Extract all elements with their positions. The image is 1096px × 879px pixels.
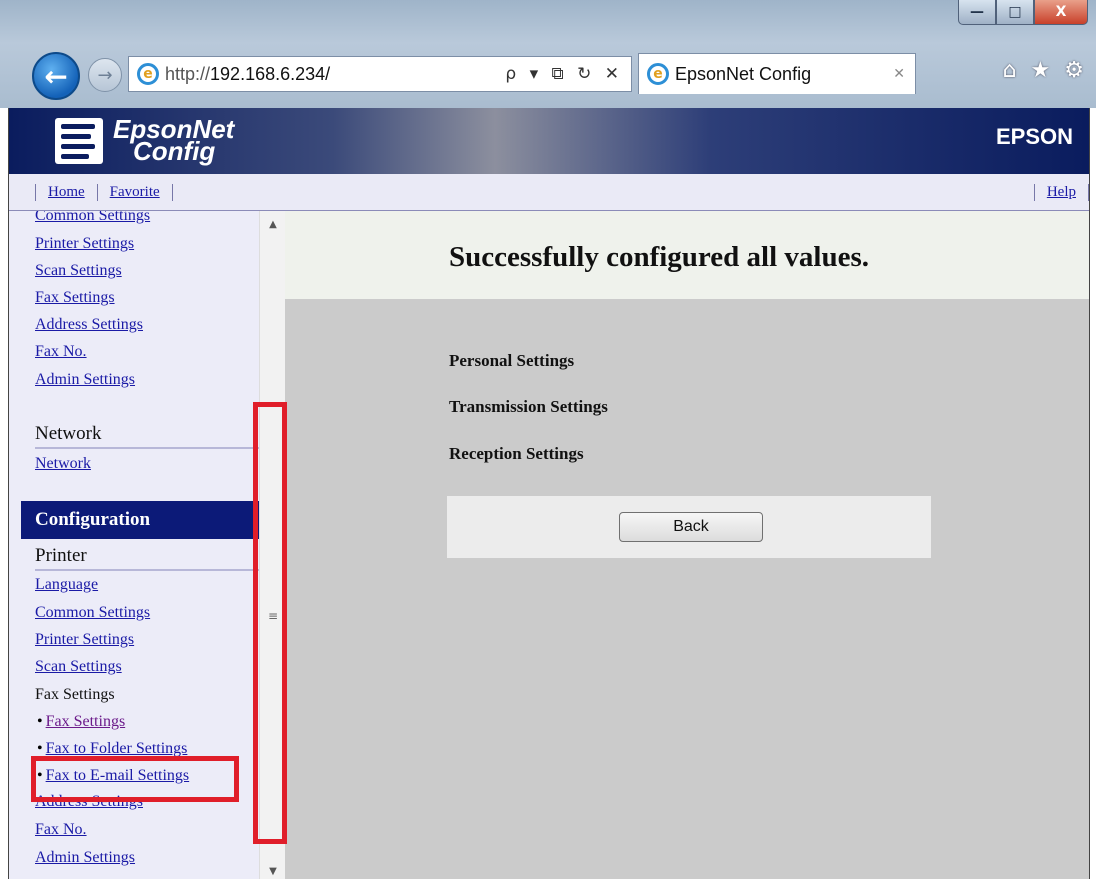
settings-gear-icon[interactable]: ⚙ [1064,58,1084,83]
back-arrow-icon[interactable]: ← [32,52,80,100]
configuration-heading: Configuration [21,501,259,539]
section-reception-settings: Reception Settings [449,444,584,463]
forward-arrow-icon[interactable]: → [88,58,122,92]
home-link[interactable]: Home [35,184,98,201]
sidebar-link-common-settings[interactable]: Common Settings [35,211,150,225]
sidebar-link-printer-settings-2[interactable]: Printer Settings [35,631,134,649]
browser-tools: ⌂ ★ ⚙ [1003,58,1084,83]
highlight-scrollbar-box [253,402,287,844]
sidebar-link-fax-settings[interactable]: Fax Settings [35,289,115,307]
result-header: Successfully configured all values. [285,211,1089,299]
fax-settings-label: Fax Settings [35,686,115,703]
tab-ie-icon: e [647,63,669,85]
network-heading: Network [35,423,259,449]
section-personal-settings: Personal Settings [449,351,575,370]
scroll-up-arrow-icon[interactable]: ▲ [260,219,286,230]
sidebar-link-scan-settings[interactable]: Scan Settings [35,262,122,280]
url-text: http://192.168.6.234/ [165,63,331,84]
back-panel: Back [447,496,931,558]
window-controls: — □ X [958,0,1088,28]
result-body: Personal Settings Transmission Settings … [285,299,1089,879]
sidebar-link-network[interactable]: Network [35,455,91,473]
browser-tab[interactable]: e EpsonNet Config ✕ [638,53,916,94]
sub-link-fax-settings[interactable]: Fax Settings [37,713,126,731]
address-bar[interactable]: e http://192.168.6.234/ ρ ▾ ⧉ ↻ ✕ [128,56,632,92]
highlight-fax-to-email-box [31,756,239,802]
sidebar-link-common-settings-2[interactable]: Common Settings [35,604,150,622]
minimize-button[interactable]: — [958,0,996,25]
help-link[interactable]: Help [1033,184,1089,201]
sidebar-link-admin-settings[interactable]: Admin Settings [35,371,135,389]
home-icon[interactable]: ⌂ [1003,58,1017,83]
brand-title: EpsonNet Config [113,114,235,166]
sidebar-link-admin-settings-2[interactable]: Admin Settings [35,849,135,867]
maximize-button[interactable]: □ [996,0,1034,25]
sidebar-link-language[interactable]: Language [35,576,98,594]
sidebar-link-scan-settings-2[interactable]: Scan Settings [35,658,122,676]
page-viewport: EpsonNet Config EPSON Home Favorite Help… [8,108,1090,879]
header-banner: EpsonNet Config EPSON [9,108,1089,174]
address-tools[interactable]: ρ ▾ ⧉ ↻ ✕ [505,64,623,84]
close-window-button[interactable]: X [1034,0,1088,25]
epsonnet-logo-icon [55,118,103,164]
sidebar-link-address-settings[interactable]: Address Settings [35,316,143,334]
sidebar-link-printer-settings[interactable]: Printer Settings [35,235,134,253]
back-button[interactable]: Back [619,512,763,542]
sidebar-link-fax-no-2[interactable]: Fax No. [35,821,87,839]
favorites-star-icon[interactable]: ★ [1031,58,1051,83]
favorite-link[interactable]: Favorite [98,184,173,201]
browser-chrome: — □ X ← → e http://192.168.6.234/ ρ ▾ ⧉ … [0,0,1096,108]
tab-close-icon[interactable]: ✕ [893,66,905,82]
success-message: Successfully configured all values. [449,241,869,273]
tab-title: EpsonNet Config [675,63,812,84]
sidebar-link-fax-no[interactable]: Fax No. [35,343,87,361]
ie-logo-icon: e [137,63,159,85]
top-link-bar: Home Favorite Help [9,174,1089,211]
printer-heading: Printer [35,545,259,571]
section-transmission-settings: Transmission Settings [449,397,608,416]
scroll-down-arrow-icon[interactable]: ▼ [260,866,286,877]
vendor-logo: EPSON [995,124,1073,149]
